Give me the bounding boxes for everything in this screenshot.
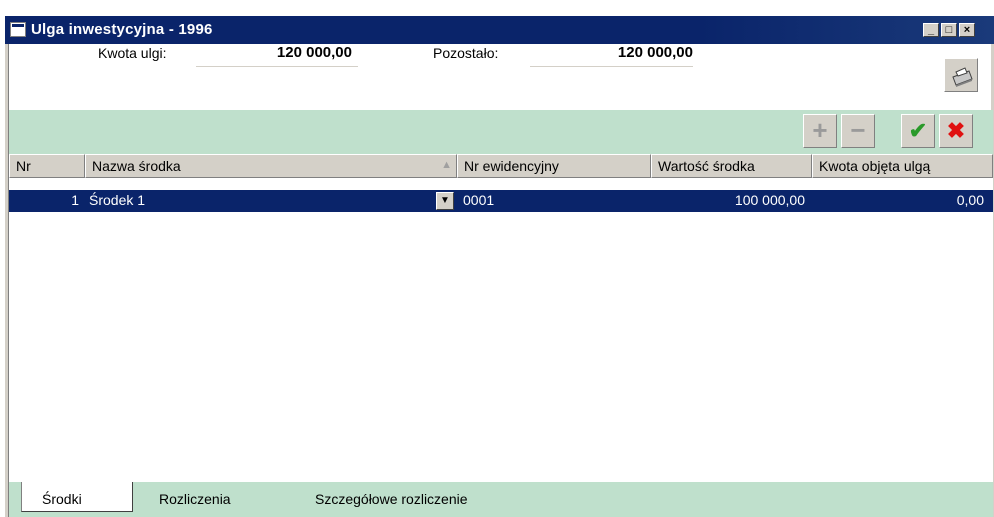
column-header-nazwa[interactable]: Nazwa środka ▲ — [85, 154, 457, 178]
column-header-kwota[interactable]: Kwota objęta ulgą — [812, 154, 993, 178]
minimize-button[interactable]: _ — [923, 23, 939, 37]
grid-toolbar: + − ✔ ✖ — [9, 110, 993, 154]
cell-wartosc[interactable]: 100 000,00 — [651, 192, 805, 208]
title-bar[interactable]: Ulga inwestycyjna - 1996 _ □ × — [5, 16, 994, 44]
cell-nazwa[interactable]: Środek 1 — [89, 192, 145, 208]
column-header-ewidencyjny[interactable]: Nr ewidencyjny — [457, 154, 651, 178]
remove-row-button[interactable]: − — [841, 114, 875, 148]
chevron-down-icon[interactable]: ▼ — [436, 192, 454, 210]
kwota-ulgi-text: 120 000,00 — [276, 44, 352, 61]
accept-button[interactable]: ✔ — [901, 114, 935, 148]
table-body: 1 Środek 1 ▼ 0001 100 000,00 0,00 — [9, 178, 993, 482]
cell-nr: 1 — [71, 192, 79, 208]
tab-bar: Środki Rozliczenia Szczegółowe rozliczen… — [9, 482, 993, 517]
pozostalo-label: Pozostało: — [433, 45, 499, 61]
table-header: Nr Nazwa środka ▲ Nr ewidencyjny Wartość… — [9, 154, 993, 178]
add-row-button[interactable]: + — [803, 114, 837, 148]
close-button[interactable]: × — [959, 23, 975, 37]
cancel-button[interactable]: ✖ — [939, 114, 973, 148]
pozostalo-text: 120 000,00 — [617, 44, 693, 61]
sort-ascending-icon: ▲ — [441, 159, 452, 171]
tab-rozliczenia[interactable]: Rozliczenia — [159, 482, 231, 512]
column-header-nazwa-label: Nazwa środka — [92, 158, 181, 174]
kwota-ulgi-label: Kwota ulgi: — [98, 45, 167, 61]
kwota-ulgi-value: 120 000,00 — [196, 44, 358, 67]
printer-icon — [952, 67, 973, 87]
window-title: Ulga inwestycyjna - 1996 — [31, 21, 213, 38]
column-header-nr[interactable]: Nr — [9, 154, 85, 178]
window-icon[interactable] — [10, 22, 26, 37]
maximize-button[interactable]: □ — [941, 23, 957, 37]
tab-srodki[interactable]: Środki — [21, 482, 133, 512]
column-header-wartosc[interactable]: Wartość środka — [651, 154, 812, 178]
cell-ewidencyjny[interactable]: 0001 — [463, 192, 494, 208]
print-button[interactable] — [944, 58, 978, 92]
cell-kwota[interactable]: 0,00 — [812, 192, 984, 208]
tab-szczegolowe-rozliczenie[interactable]: Szczegółowe rozliczenie — [315, 482, 468, 512]
pozostalo-value: 120 000,00 — [530, 44, 693, 67]
table-row[interactable]: 1 Środek 1 ▼ 0001 100 000,00 0,00 — [9, 190, 993, 212]
